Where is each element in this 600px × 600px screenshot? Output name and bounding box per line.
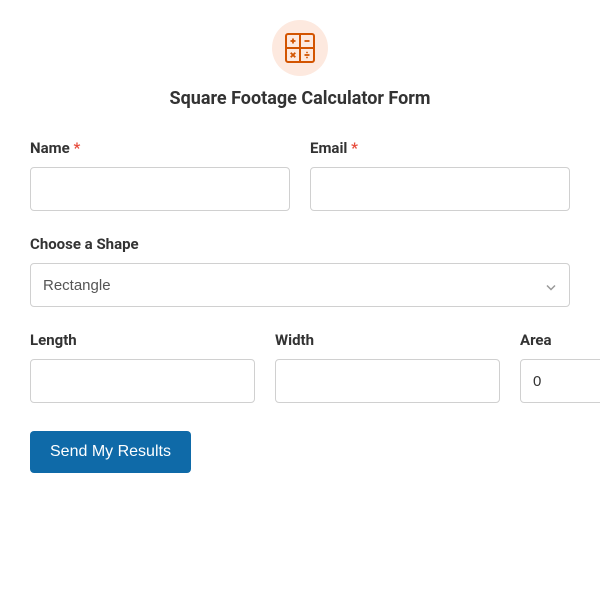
length-label: Length xyxy=(30,331,255,349)
width-input[interactable] xyxy=(275,359,500,403)
name-input[interactable] xyxy=(30,167,290,211)
email-input[interactable] xyxy=(310,167,570,211)
email-label: Email * xyxy=(310,139,570,157)
area-label: Area xyxy=(520,331,600,349)
length-input[interactable] xyxy=(30,359,255,403)
name-label: Name * xyxy=(30,139,290,157)
width-label: Width xyxy=(275,331,500,349)
area-input[interactable] xyxy=(520,359,600,403)
required-mark: * xyxy=(73,139,80,157)
calculator-icon xyxy=(272,20,328,76)
shape-select[interactable]: Rectangle xyxy=(30,263,570,307)
submit-button[interactable]: Send My Results xyxy=(30,431,191,473)
shape-label: Choose a Shape xyxy=(30,235,570,253)
required-mark: * xyxy=(351,139,358,157)
form-title: Square Footage Calculator Form xyxy=(30,88,570,109)
